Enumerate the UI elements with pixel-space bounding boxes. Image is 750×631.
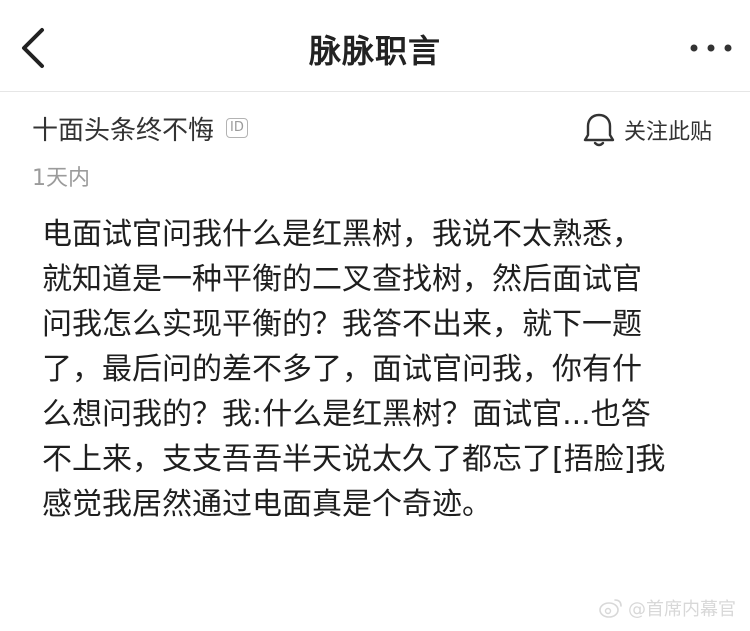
watermark-text: @首席内幕官 bbox=[628, 599, 736, 620]
post-line: 不上来，支支吾吾半天说太久了都忘了[捂脸]我 bbox=[42, 442, 666, 477]
watermark: @首席内幕官 bbox=[598, 593, 736, 623]
post-line: 了，最后问的差不多了，面试官问我，你有什 bbox=[42, 352, 642, 387]
more-button[interactable] bbox=[688, 36, 734, 60]
page-title: 脉脉职言 bbox=[308, 32, 441, 70]
id-badge: ID bbox=[226, 118, 248, 138]
post-time: 1天内 bbox=[32, 166, 90, 191]
post-content: 电面试官问我什么是红黑树，我说不太熟悉， 就知道是一种平衡的二叉查找树，然后面试… bbox=[42, 212, 722, 527]
post-line: 问我怎么实现平衡的？我答不出来，就下一题 bbox=[42, 307, 642, 342]
post-line: 么想问我的？我:什么是红黑树？面试官...也答 bbox=[42, 397, 651, 432]
follow-label: 关注此贴 bbox=[623, 120, 712, 145]
nav-bar: 脉脉职言 bbox=[0, 0, 750, 92]
weibo-icon bbox=[599, 599, 622, 618]
post-line: 就知道是一种平衡的二叉查找树，然后面试官 bbox=[42, 262, 642, 297]
author-row: 十面头条终不悔 ID bbox=[32, 108, 248, 148]
bell-icon bbox=[583, 113, 615, 147]
post-line: 电面试官问我什么是红黑树，我说不太熟悉， bbox=[42, 217, 642, 252]
post-line: 感觉我居然通过电面真是个奇迹。 bbox=[42, 487, 492, 522]
author-name[interactable]: 十面头条终不悔 bbox=[32, 110, 214, 147]
more-dots-icon bbox=[690, 44, 732, 52]
follow-button[interactable]: 关注此贴 bbox=[582, 110, 712, 150]
